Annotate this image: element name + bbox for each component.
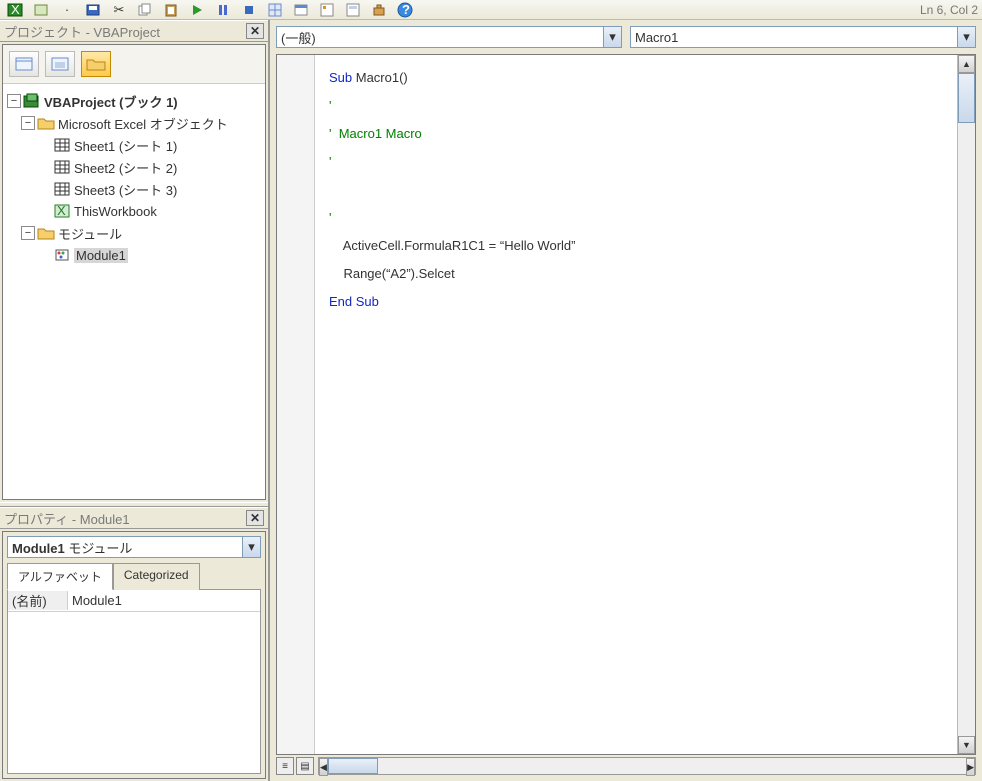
svg-text:X: X (11, 3, 20, 17)
project-explorer-title: プロジェクト - VBAProject (4, 22, 246, 41)
code-pane-selectors: (一般) ▾ Macro1 ▾ (270, 20, 982, 54)
properties-object-combo[interactable]: Module1 モジュール ▾ (7, 536, 261, 558)
view-object-button[interactable] (45, 51, 75, 77)
view-code-button[interactable] (9, 51, 39, 77)
properties-title: プロパティ - Module1 (4, 509, 246, 528)
property-row[interactable]: (名前) Module1 (8, 590, 260, 612)
tree-root[interactable]: − VBAProject (ブック 1) (7, 90, 261, 112)
toolbar-btn-2[interactable] (30, 1, 52, 19)
properties-panel: Module1 モジュール ▾ アルファベット Categorized (名前)… (2, 531, 266, 779)
tree-folder-objects[interactable]: − Microsoft Excel オブジェクト (7, 112, 261, 134)
tree-item-label: Sheet3 (シート 3) (74, 180, 177, 199)
scroll-thumb[interactable] (328, 758, 378, 774)
toolbar-cut-icon[interactable]: ✂ (108, 1, 130, 19)
code-pane: Sub Macro1() ' ' Macro1 Macro ' ' Active… (276, 54, 976, 755)
toolbar-sep: · (56, 1, 78, 19)
tab-categorized[interactable]: Categorized (113, 563, 200, 590)
project-explorer: − VBAProject (ブック 1) − Microsoft Excel オ… (2, 44, 266, 500)
toolbar-excel-icon[interactable]: X (4, 1, 26, 19)
toolbar-run-icon[interactable] (186, 1, 208, 19)
toolbar-help-icon[interactable]: ? (394, 1, 416, 19)
scroll-up-icon[interactable]: ▲ (958, 55, 975, 73)
margin-indicator (277, 55, 315, 754)
dropdown-icon[interactable]: ▾ (957, 27, 975, 47)
tree-sheet3[interactable]: Sheet3 (シート 3) (7, 178, 261, 200)
toolbar-paste-icon[interactable] (160, 1, 182, 19)
workbook-icon: X (53, 203, 71, 219)
toolbar-save-icon[interactable] (82, 1, 104, 19)
tree-folder-label: モジュール (58, 224, 122, 243)
code-editor[interactable]: Sub Macro1() ' ' Macro1 Macro ' ' Active… (315, 55, 957, 754)
procedure-combo[interactable]: Macro1 ▾ (630, 26, 976, 48)
object-combo[interactable]: (一般) ▾ (276, 26, 622, 48)
tree-item-label: Sheet2 (シート 2) (74, 158, 177, 177)
folder-icon (37, 225, 55, 241)
toolbar-stop-icon[interactable] (238, 1, 260, 19)
procedure-view-button[interactable]: ≡ (276, 757, 294, 775)
toolbar-design-icon[interactable] (264, 1, 286, 19)
svg-text:?: ? (402, 2, 410, 17)
properties-header: プロパティ - Module1 ✕ (0, 507, 268, 529)
module-icon (53, 247, 71, 263)
toggle-folders-button[interactable] (81, 51, 111, 77)
project-explorer-toolbar (3, 45, 265, 84)
scroll-track[interactable] (958, 73, 975, 736)
tree-folder-label: Microsoft Excel オブジェクト (58, 114, 228, 133)
properties-tabs: アルファベット Categorized (3, 562, 265, 589)
tree-sheet1[interactable]: Sheet1 (シート 1) (7, 134, 261, 156)
tree-sheet2[interactable]: Sheet2 (シート 2) (7, 156, 261, 178)
scroll-thumb[interactable] (958, 73, 975, 123)
combo-text: Module1 モジュール (8, 538, 242, 557)
scroll-right-icon[interactable]: ▶ (966, 758, 975, 776)
full-module-view-button[interactable]: ▤ (296, 757, 314, 775)
property-name: (名前) (8, 591, 68, 610)
project-tree[interactable]: − VBAProject (ブック 1) − Microsoft Excel オ… (3, 84, 265, 499)
vbaproject-icon (23, 93, 41, 109)
project-explorer-header: プロジェクト - VBAProject ✕ (0, 20, 268, 42)
scroll-track[interactable] (328, 758, 966, 774)
collapse-icon[interactable]: − (21, 116, 35, 130)
tab-alphabetic[interactable]: アルファベット (7, 563, 113, 590)
folder-icon (37, 115, 55, 131)
toolbar-objbrowser-icon[interactable] (342, 1, 364, 19)
tree-root-label: VBAProject (ブック 1) (44, 92, 178, 111)
toolbar-pause-icon[interactable] (212, 1, 234, 19)
worksheet-icon (53, 137, 71, 153)
tree-thisworkbook[interactable]: X ThisWorkbook (7, 200, 261, 222)
toolbar-proj-icon[interactable] (290, 1, 312, 19)
collapse-icon[interactable]: − (21, 226, 35, 240)
horizontal-scrollbar[interactable]: ◀ ▶ (318, 757, 976, 775)
toolbar-prop-icon[interactable] (316, 1, 338, 19)
tree-item-label: Module1 (74, 248, 128, 263)
dropdown-icon[interactable]: ▾ (603, 27, 621, 47)
combo-text: Macro1 (631, 30, 957, 45)
svg-text:X: X (57, 204, 66, 218)
project-explorer-close-icon[interactable]: ✕ (246, 23, 264, 39)
code-bottom-bar: ≡ ▤ ◀ ▶ (276, 755, 976, 777)
toolbar-toolbox-icon[interactable] (368, 1, 390, 19)
main-toolbar: X · ✂ ? Ln 6, Col 2 (0, 0, 982, 20)
worksheet-icon (53, 159, 71, 175)
toolbar-copy-icon[interactable] (134, 1, 156, 19)
tree-item-label: Sheet1 (シート 1) (74, 136, 177, 155)
tree-folder-modules[interactable]: − モジュール (7, 222, 261, 244)
vertical-scrollbar[interactable]: ▲ ▼ (957, 55, 975, 754)
collapse-icon[interactable]: − (7, 94, 21, 108)
tree-item-label: ThisWorkbook (74, 204, 157, 219)
tree-module1[interactable]: Module1 (7, 244, 261, 266)
properties-close-icon[interactable]: ✕ (246, 510, 264, 526)
scroll-left-icon[interactable]: ◀ (319, 758, 328, 776)
combo-text: (一般) (277, 28, 603, 47)
properties-grid[interactable]: (名前) Module1 (7, 589, 261, 774)
property-value[interactable]: Module1 (68, 593, 260, 608)
scroll-down-icon[interactable]: ▼ (958, 736, 975, 754)
cursor-position: Ln 6, Col 2 (920, 3, 978, 17)
dropdown-icon[interactable]: ▾ (242, 537, 260, 557)
worksheet-icon (53, 181, 71, 197)
